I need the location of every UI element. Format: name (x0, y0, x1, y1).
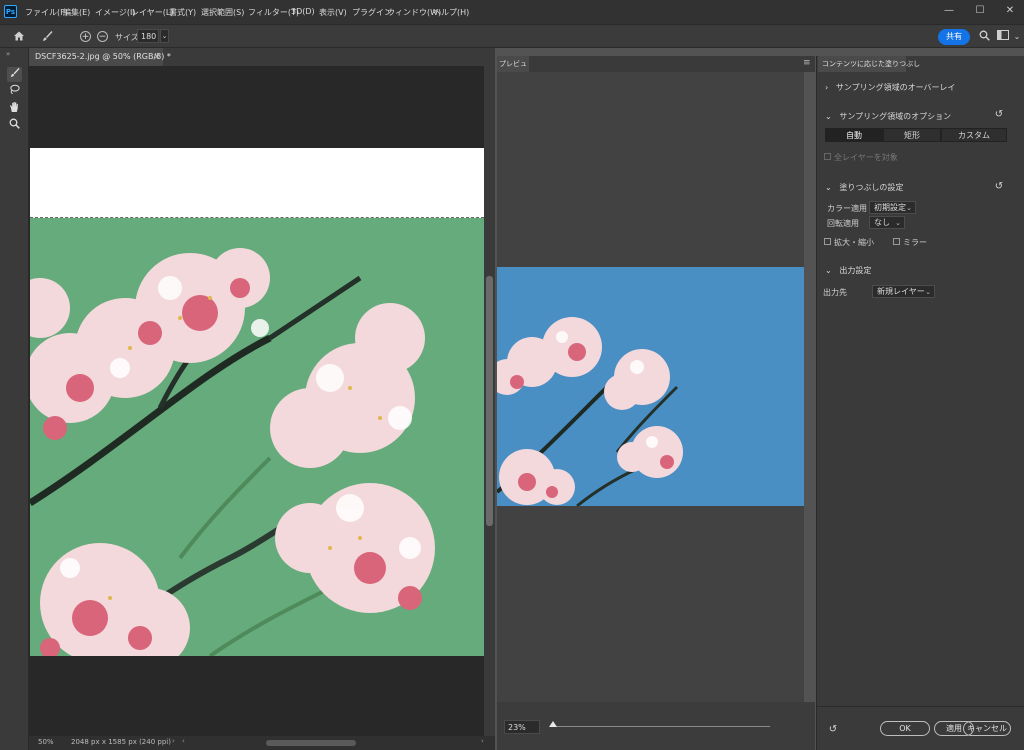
rotation-adaptation-value: なし (874, 218, 890, 227)
sample-all-layers-checkbox[interactable] (824, 153, 831, 160)
cancel-button[interactable]: キャンセル (963, 721, 1011, 736)
lasso-tool-icon[interactable] (7, 84, 22, 99)
selection-area (30, 148, 484, 218)
preview-zoom-bar: 23% (497, 702, 815, 750)
sampling-brush-tool-icon[interactable] (7, 67, 22, 82)
minimize-button[interactable]: — (940, 4, 958, 18)
output-settings-section[interactable]: ⌄ 出力設定 (825, 265, 871, 276)
sampling-overlay-label: サンプリング領域のオーバーレイ (835, 83, 956, 92)
panel-tab[interactable]: コンテンツに応じた塗りつぶし (818, 56, 920, 72)
chevron-down-icon[interactable]: ⌄ (1010, 30, 1024, 44)
brush-size-input[interactable]: 180 (137, 29, 159, 43)
chevron-down-icon: ⌄ (925, 288, 931, 296)
options-bar: + − サイズ： 180 ⌄ 共有 ⌄ (0, 24, 1024, 48)
brush-tool-icon[interactable] (40, 30, 54, 44)
sampling-mode-custom[interactable]: カスタム (941, 128, 1007, 142)
add-to-sample-icon[interactable]: + (80, 31, 91, 42)
chevron-right-icon[interactable]: › (172, 737, 175, 745)
status-zoom[interactable]: 50% (38, 738, 54, 746)
status-document-info[interactable]: 2048 px x 1585 px (240 ppi) (71, 738, 171, 746)
content-aware-fill-panel: コンテンツに応じた塗りつぶし › サンプリング領域のオーバーレイ ⌄ サンプリン… (816, 56, 1024, 750)
rotation-adaptation-dropdown[interactable]: なし ⌄ (869, 216, 905, 229)
collapse-arrows-icon[interactable]: » (6, 50, 10, 58)
mirror-label: ミラー (903, 238, 927, 247)
output-settings-label: 出力設定 (839, 266, 872, 275)
color-adaptation-dropdown[interactable]: 初期設定 ⌄ (869, 201, 916, 214)
document-tab-bar: DSCF3625-2.jpg @ 50% (RGB/8) * × (29, 48, 495, 66)
reset-icon[interactable]: ↺ (993, 181, 1005, 193)
menu-plugins[interactable]: プラグイン (352, 7, 392, 18)
scroll-left-icon[interactable]: ‹ (182, 737, 185, 745)
sampling-options-label: サンプリング領域のオプション (839, 112, 952, 121)
sampling-overlay-section[interactable]: › サンプリング領域のオーバーレイ (825, 82, 956, 93)
sampling-options-section[interactable]: ⌄ サンプリング領域のオプション (825, 111, 951, 122)
menu-edit[interactable]: 編集(E) (63, 7, 90, 18)
zoom-tool-icon[interactable] (7, 118, 22, 133)
zoom-slider-thumb[interactable] (549, 721, 557, 727)
hand-tool-icon[interactable] (7, 101, 22, 116)
document-tab[interactable]: DSCF3625-2.jpg @ 50% (RGB/8) * (29, 48, 171, 66)
sampling-mode-auto[interactable]: 自動 (825, 128, 883, 142)
maximize-button[interactable]: ☐ (971, 4, 989, 18)
document-image (30, 218, 484, 656)
panel-menu-icon[interactable]: ≡ (803, 58, 811, 68)
menu-image[interactable]: イメージ(I) (95, 7, 135, 18)
preview-image (497, 267, 804, 506)
horizontal-scrollbar-thumb[interactable] (266, 740, 356, 746)
sampling-mode-rectangle[interactable]: 矩形 (883, 128, 941, 142)
menu-select[interactable]: 選択範囲(S) (201, 7, 244, 18)
output-to-dropdown[interactable]: 新規レイヤー ⌄ (872, 285, 935, 298)
fill-settings-label: 塗りつぶしの設定 (839, 183, 904, 192)
menu-help[interactable]: ヘルプ(H) (433, 7, 469, 18)
close-window-button[interactable]: ✕ (1001, 4, 1019, 18)
rotation-adaptation-label: 回転適用 (827, 219, 859, 228)
menu-file[interactable]: ファイル(F) (25, 7, 68, 18)
tool-panel: » (0, 48, 29, 750)
share-button[interactable]: 共有 (938, 29, 970, 45)
scroll-right-icon[interactable]: › (481, 737, 484, 745)
scrollbar-thumb[interactable] (486, 276, 493, 526)
menu-bar: Ps ファイル(F) 編集(E) イメージ(I) レイヤー(L) 書式(Y) 選… (0, 0, 1024, 24)
ok-button[interactable]: OK (880, 721, 930, 736)
chevron-down-icon: ⌄ (895, 219, 901, 227)
document-canvas-area[interactable] (29, 66, 484, 736)
status-bar: 50% 2048 px x 1585 px (240 ppi) › ‹ › (29, 736, 495, 750)
sample-all-layers-label: 全レイヤーを対象 (834, 153, 898, 162)
chevron-down-icon[interactable]: ⌄ (160, 29, 169, 43)
menu-view[interactable]: 表示(V) (319, 7, 347, 18)
color-adaptation-label: カラー適用 (827, 204, 867, 213)
scale-checkbox[interactable] (824, 238, 831, 245)
preview-zoom-input[interactable]: 23% (504, 720, 540, 734)
output-to-label: 出力先 (823, 288, 847, 297)
preview-area[interactable] (497, 72, 804, 702)
fill-settings-section[interactable]: ⌄ 塗りつぶしの設定 (825, 182, 903, 193)
chevron-down-icon: ⌄ (906, 204, 912, 212)
preview-tab[interactable]: プレビュー (497, 56, 529, 84)
zoom-slider-track[interactable] (550, 726, 770, 727)
menu-layer[interactable]: レイヤー(L) (131, 7, 173, 18)
divider (817, 706, 1024, 707)
photoshop-logo: Ps (4, 5, 17, 18)
menu-3d[interactable]: 3D(D) (291, 7, 315, 16)
workspace-icon[interactable] (996, 30, 1010, 44)
mirror-checkbox[interactable] (893, 238, 900, 245)
output-to-value: 新規レイヤー (877, 287, 925, 296)
home-icon[interactable] (12, 30, 26, 44)
subtract-from-sample-icon[interactable]: − (97, 31, 108, 42)
search-icon[interactable] (977, 30, 991, 44)
menu-type[interactable]: 書式(Y) (169, 7, 196, 18)
vertical-scrollbar[interactable] (484, 66, 495, 736)
reset-all-icon[interactable]: ↺ (827, 724, 839, 736)
close-tab-icon[interactable]: × (153, 48, 161, 66)
reset-icon[interactable]: ↺ (993, 109, 1005, 121)
color-adaptation-value: 初期設定 (874, 203, 906, 212)
scale-label: 拡大・縮小 (834, 238, 874, 247)
preview-tab-bar: プレビュー ≡ (497, 56, 815, 84)
